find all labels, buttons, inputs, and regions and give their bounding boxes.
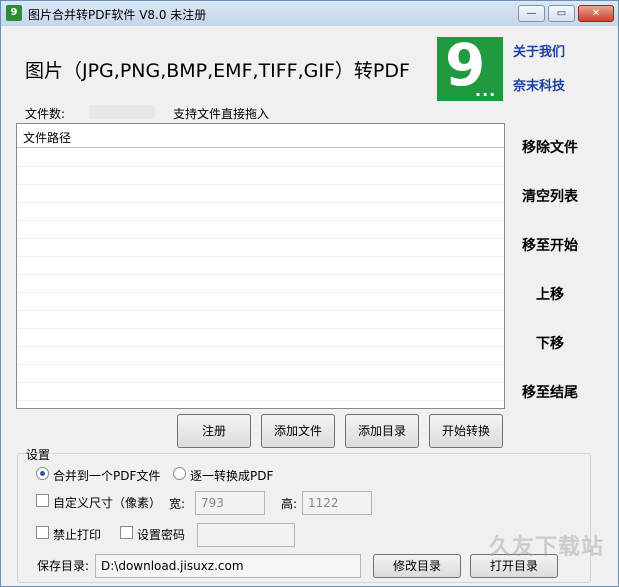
app-window: 9 图片合并转PDF软件 V8.0 未注册 — ▭ ✕ 图片（JPG,PNG,B… bbox=[0, 0, 619, 587]
start-convert-button[interactable]: 开始转换 bbox=[429, 414, 503, 448]
list-row-line bbox=[17, 382, 504, 383]
change-directory-button[interactable]: 修改目录 bbox=[373, 554, 461, 578]
list-row-line bbox=[17, 238, 504, 239]
list-row-line bbox=[17, 166, 504, 167]
list-row-line bbox=[17, 274, 504, 275]
add-directory-button[interactable]: 添加目录 bbox=[345, 414, 419, 448]
maximize-button[interactable]: ▭ bbox=[548, 5, 575, 22]
set-password-checkbox[interactable] bbox=[120, 526, 133, 539]
close-button[interactable]: ✕ bbox=[578, 5, 614, 22]
password-input[interactable] bbox=[197, 523, 295, 547]
file-count-label: 文件数: bbox=[25, 107, 66, 121]
drag-hint: 支持文件直接拖入 bbox=[173, 107, 270, 121]
custom-size-checkbox[interactable] bbox=[36, 494, 49, 507]
list-row-line bbox=[17, 256, 504, 257]
list-row-line bbox=[17, 184, 504, 185]
merge-option-label[interactable]: 合并到一个PDF文件 bbox=[53, 467, 160, 484]
logo-dots: ... bbox=[475, 81, 497, 100]
move-down-button[interactable]: 下移 bbox=[505, 333, 595, 353]
settings-title: 设置 bbox=[25, 446, 52, 463]
minimize-button[interactable]: — bbox=[518, 5, 545, 22]
move-to-bottom-button[interactable]: 移至结尾 bbox=[505, 382, 595, 402]
height-label: 高: bbox=[281, 497, 298, 511]
list-row-line bbox=[17, 310, 504, 311]
window-title: 图片合并转PDF软件 V8.0 未注册 bbox=[28, 8, 207, 22]
file-list-header[interactable]: 文件路径 bbox=[17, 124, 504, 148]
width-input[interactable]: 793 bbox=[195, 491, 265, 515]
remove-file-button[interactable]: 移除文件 bbox=[505, 137, 595, 157]
column-file-path: 文件路径 bbox=[23, 131, 72, 145]
file-count-value bbox=[89, 105, 155, 119]
app-icon: 9 bbox=[6, 5, 22, 21]
list-row-line bbox=[17, 346, 504, 347]
each-option-label[interactable]: 逐一转换成PDF bbox=[190, 467, 273, 484]
no-print-label[interactable]: 禁止打印 bbox=[53, 526, 101, 543]
save-dir-label: 保存目录: bbox=[37, 559, 90, 573]
page-heading: 图片（JPG,PNG,BMP,EMF,TIFF,GIF）转PDF bbox=[25, 60, 410, 82]
width-label: 宽: bbox=[169, 497, 186, 511]
list-row-line bbox=[17, 400, 504, 401]
brand-logo: 9 ... bbox=[437, 33, 503, 101]
brand-link[interactable]: 奈末科技 bbox=[513, 75, 565, 94]
merge-radio[interactable] bbox=[36, 467, 49, 480]
set-password-label[interactable]: 设置密码 bbox=[137, 526, 185, 543]
clear-list-button[interactable]: 清空列表 bbox=[505, 186, 595, 206]
custom-size-label[interactable]: 自定义尺寸（像素） bbox=[53, 494, 161, 511]
list-row-line bbox=[17, 364, 504, 365]
list-row-line bbox=[17, 292, 504, 293]
list-row-line bbox=[17, 328, 504, 329]
list-row-line bbox=[17, 220, 504, 221]
no-print-checkbox[interactable] bbox=[36, 526, 49, 539]
about-us-link[interactable]: 关于我们 bbox=[513, 41, 565, 60]
save-dir-input[interactable]: D:\download.jisuxz.com bbox=[95, 554, 361, 578]
file-list[interactable]: 文件路径 bbox=[16, 123, 505, 409]
watermark: 久友下载站 bbox=[489, 535, 605, 560]
title-bar[interactable]: 9 图片合并转PDF软件 V8.0 未注册 — ▭ ✕ bbox=[1, 1, 618, 26]
move-up-button[interactable]: 上移 bbox=[505, 284, 595, 304]
move-to-top-button[interactable]: 移至开始 bbox=[505, 235, 595, 255]
list-row-line bbox=[17, 202, 504, 203]
add-file-button[interactable]: 添加文件 bbox=[261, 414, 335, 448]
each-radio[interactable] bbox=[173, 467, 186, 480]
height-input[interactable]: 1122 bbox=[302, 491, 372, 515]
register-button[interactable]: 注册 bbox=[177, 414, 251, 448]
